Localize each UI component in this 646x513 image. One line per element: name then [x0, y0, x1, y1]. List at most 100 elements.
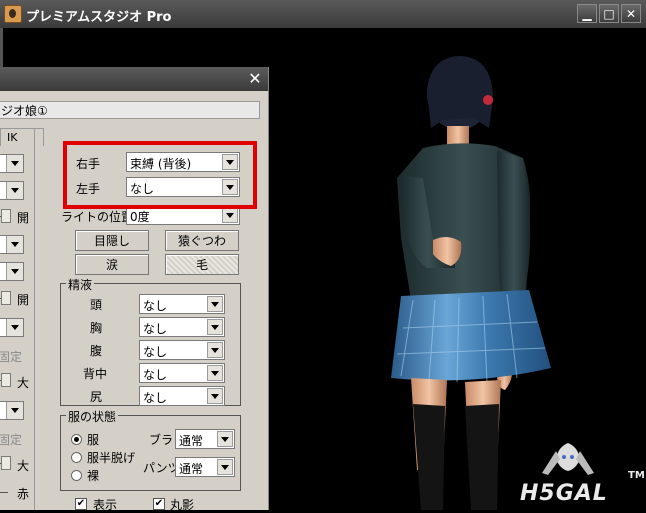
watermark-logo: H5GAL TM — [518, 437, 645, 506]
chevron-down-icon — [11, 325, 19, 330]
fluid-back-value: なし — [143, 368, 168, 382]
radio-clothed[interactable] — [71, 434, 82, 445]
slider-thumb[interactable] — [1, 456, 11, 470]
shadow-checkbox-label: 丸影 — [170, 498, 195, 512]
close-icon: ✕ — [625, 7, 637, 21]
slider-thumb[interactable] — [1, 373, 11, 387]
slider-thumb[interactable] — [1, 209, 11, 223]
chevron-down-icon — [11, 408, 19, 413]
dropdown-button[interactable] — [6, 236, 23, 253]
slider-label-red: 赤 — [17, 487, 30, 501]
slider-label-open: 開 — [17, 293, 30, 307]
dropdown-button[interactable] — [6, 182, 23, 199]
shadow-checkbox[interactable]: ✔ — [153, 498, 165, 510]
fluid-hip-select[interactable]: なし — [139, 386, 225, 406]
highlight-annotation — [63, 141, 257, 209]
dropdown-button[interactable] — [217, 459, 233, 475]
model-name-field: ジオ娘① — [0, 101, 260, 119]
dropdown-button[interactable] — [207, 319, 223, 335]
chevron-down-icon — [211, 394, 219, 399]
disabled-label-fixed: 固定 — [0, 433, 23, 447]
left-dropdown-1[interactable] — [0, 154, 24, 173]
check-icon: ✔ — [76, 498, 86, 509]
fluid-belly-select[interactable]: なし — [139, 340, 225, 360]
left-dropdown-2[interactable] — [0, 181, 24, 200]
chevron-down-icon — [11, 188, 19, 193]
maximize-button[interactable]: □ — [599, 4, 619, 23]
fluid-group-title: 精液 — [66, 276, 95, 293]
bra-select[interactable]: 通常 — [175, 429, 235, 449]
dropdown-button[interactable] — [207, 365, 223, 381]
fluid-row-label: 尻 — [90, 390, 103, 404]
app-icon — [4, 5, 22, 23]
left-dropdown-3[interactable] — [0, 235, 24, 254]
dropdown-button[interactable] — [207, 388, 223, 404]
dropdown-button[interactable] — [207, 342, 223, 358]
panel-close-icon[interactable]: ✕ — [246, 71, 264, 87]
tears-button[interactable]: 涙 — [75, 254, 149, 275]
chevron-down-icon — [221, 437, 229, 442]
fluid-row-label: 頭 — [90, 298, 103, 312]
radio-half-undressed[interactable] — [71, 452, 82, 463]
skirt — [391, 290, 551, 381]
blindfold-button[interactable]: 目隠し — [75, 230, 149, 251]
chevron-down-icon — [211, 302, 219, 307]
show-checkbox[interactable]: ✔ — [75, 498, 87, 510]
fluid-head-value: なし — [143, 299, 168, 313]
radio-label: 服半脱げ — [87, 451, 136, 465]
left-dropdown-5[interactable] — [0, 318, 24, 337]
left-dropdown-6[interactable] — [0, 401, 24, 420]
dropdown-button[interactable] — [6, 155, 23, 172]
column-divider — [34, 129, 35, 510]
app-window: プレミアムスタジオ Pro ▁ □ ✕ H5GAL TM ✕ ジオ娘① IK 開… — [0, 0, 646, 512]
slider-thumb[interactable] — [1, 291, 11, 305]
fluid-row-label: 背中 — [83, 367, 108, 381]
fluid-group: 精液 頭 なし 胸 なし 腹 なし 背中 なし 尻 なし — [60, 276, 241, 406]
logo-text: H5GAL — [520, 481, 608, 506]
title-bar[interactable]: プレミアムスタジオ Pro ▁ □ ✕ — [0, 0, 646, 28]
pants-value: 通常 — [179, 462, 204, 476]
slider-label-large: 大 — [17, 459, 30, 473]
bra-value: 通常 — [179, 434, 204, 448]
fluid-hip-value: なし — [143, 391, 168, 405]
panel-title-bar[interactable]: ✕ — [0, 67, 268, 91]
chevron-down-icon — [11, 269, 19, 274]
gag-button[interactable]: 猿ぐつわ — [165, 230, 239, 251]
chevron-down-icon — [211, 348, 219, 353]
minimize-icon: ▁ — [582, 7, 592, 21]
fluid-chest-select[interactable]: なし — [139, 317, 225, 337]
check-icon: ✔ — [154, 498, 164, 509]
fluid-chest-value: なし — [143, 322, 168, 336]
slider-track — [0, 492, 8, 493]
dropdown-button[interactable] — [6, 319, 23, 336]
sock — [413, 404, 445, 510]
radio-label: 裸 — [87, 469, 100, 483]
close-button[interactable]: ✕ — [621, 4, 641, 23]
chevron-down-icon — [221, 465, 229, 470]
chevron-down-icon — [11, 161, 19, 166]
hair-ribbon — [483, 95, 493, 105]
dropdown-button[interactable] — [222, 207, 238, 223]
minimize-button[interactable]: ▁ — [577, 4, 597, 23]
show-checkbox-label: 表示 — [93, 498, 118, 512]
slider-label-open: 開 — [17, 211, 30, 225]
hair-button[interactable]: 毛 — [165, 254, 239, 275]
dropdown-button[interactable] — [6, 263, 23, 280]
dropdown-button[interactable] — [6, 402, 23, 419]
slider-label-large: 大 — [17, 376, 30, 390]
logo-mascot — [542, 443, 594, 475]
chevron-down-icon — [11, 242, 19, 247]
radio-naked[interactable] — [71, 470, 82, 481]
light-position-value: 0度 — [130, 210, 150, 224]
dropdown-button[interactable] — [207, 296, 223, 312]
pants-select[interactable]: 通常 — [175, 457, 235, 477]
tab-ik[interactable]: IK — [0, 128, 44, 146]
control-panel: ✕ ジオ娘① IK 開 開 固定 大 固定 大 赤 右手 束縛 (背後) 左手 … — [0, 67, 269, 512]
bra-label: ブラ — [149, 433, 174, 447]
fluid-head-select[interactable]: なし — [139, 294, 225, 314]
window-title: プレミアムスタジオ Pro — [26, 10, 172, 25]
dropdown-button[interactable] — [217, 431, 233, 447]
fluid-back-select[interactable]: なし — [139, 363, 225, 383]
fluid-row-label: 胸 — [90, 321, 103, 335]
left-dropdown-4[interactable] — [0, 262, 24, 281]
